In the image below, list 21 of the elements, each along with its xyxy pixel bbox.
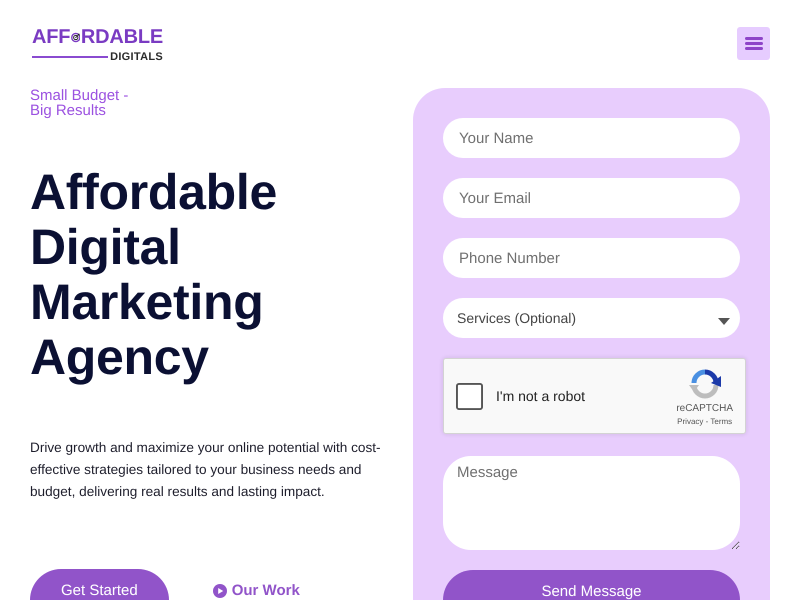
- hero-heading: Affordable Digital Marketing Agency: [30, 165, 278, 385]
- text-input[interactable]: Phone Number: [443, 238, 740, 278]
- play-icon: [212, 584, 227, 598]
- text-input[interactable]: Your Email: [443, 178, 740, 218]
- menu-button[interactable]: [737, 27, 770, 60]
- play-link[interactable]: Our Work: [212, 582, 300, 599]
- captcha-links[interactable]: Privacy - Terms: [677, 417, 732, 426]
- hero-description: Drive growth and maximize your online potential with cost-effective strategies tailored to your business needs and budget, delivering real results and lasting impact.: [30, 439, 382, 501]
- services-dropdown[interactable]: Services (Optional): [443, 298, 740, 338]
- menu-icon: [744, 37, 762, 50]
- message-field[interactable]: Message: [443, 456, 740, 550]
- captcha-brand: reCAPTCHA: [676, 403, 733, 414]
- text-input[interactable]: Your Name: [443, 118, 740, 158]
- tagline: Small Budget - Big Results: [30, 88, 130, 118]
- captcha-checkbox[interactable]: [456, 382, 483, 410]
- logo[interactable]: AFF RDABLE DIGITALS: [32, 27, 163, 63]
- send-button[interactable]: Send Message: [443, 570, 740, 600]
- cta-button[interactable]: Get Started: [30, 569, 169, 600]
- captcha-label: I'm not a robot: [496, 388, 586, 404]
- caret-icon: [718, 318, 730, 324]
- circular-arrows-icon: [688, 368, 721, 400]
